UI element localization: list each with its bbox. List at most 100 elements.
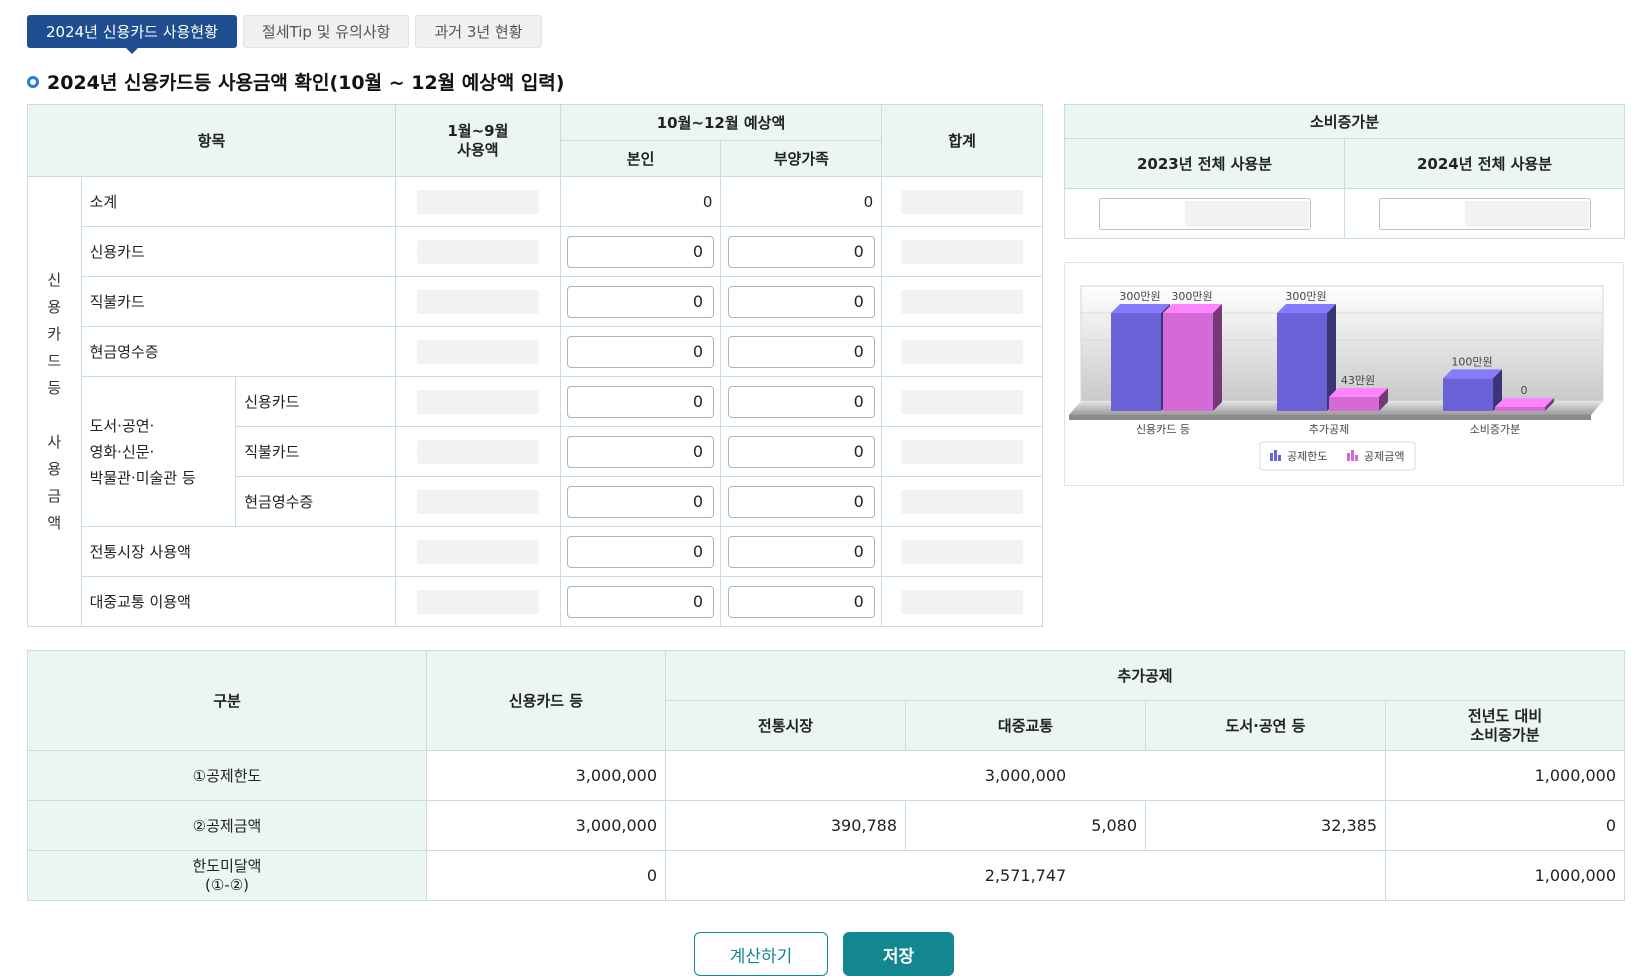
cash-receipt-self-input[interactable]: 0	[567, 335, 715, 368]
chart-legend: 공제한도 공제금액	[1259, 441, 1416, 471]
readonly-field	[416, 189, 539, 214]
row-label-transit: 대중교통 이용액	[80, 576, 396, 627]
section-title: 2024년 신용카드등 사용금액 확인(10월 ~ 12월 예상액 입력)	[27, 68, 564, 95]
transit-self-input[interactable]: 0	[567, 585, 715, 618]
culture-debit-dependents-input[interactable]: 0	[727, 435, 875, 468]
debit-card-self-input[interactable]: 0	[567, 285, 715, 318]
header-item: 항목	[27, 104, 396, 177]
limit-additional: 3,000,000	[665, 750, 1386, 801]
bar-top-face	[1163, 304, 1222, 313]
row-label-market: 전통시장 사용액	[80, 526, 396, 577]
bar-limit-0	[1111, 313, 1161, 411]
culture-debit-self-input[interactable]: 0	[567, 435, 715, 468]
header-oct-dec: 10월~12월 예상액	[559, 104, 883, 141]
consumption-increase-table: 소비증가분 2023년 전체 사용분 2024년 전체 사용분	[1063, 104, 1626, 239]
readonly-field	[416, 489, 539, 514]
market-self-input[interactable]: 0	[567, 535, 715, 568]
header-2023-total: 2023년 전체 사용분	[1064, 138, 1345, 189]
remaining-additional: 2,571,747	[665, 850, 1386, 901]
group-label-credit-usage: 신 용 카 드 등 사 용 금 액	[27, 176, 82, 627]
readonly-field	[416, 589, 539, 614]
table-row: 현금영수증 0 0	[28, 326, 1043, 377]
culture-cash-self-input[interactable]: 0	[567, 485, 715, 518]
readonly-field	[901, 339, 1024, 364]
readonly-field	[416, 439, 539, 464]
increase-title: 소비증가분	[1063, 104, 1626, 139]
table-row: ②공제금액 3,000,000 390,788 5,080 32,385 0	[27, 800, 1626, 851]
header-self: 본인	[559, 140, 722, 177]
readonly-field	[416, 239, 539, 264]
bar-amount-0	[1163, 313, 1213, 411]
credit-card-self-input[interactable]: 0	[567, 235, 715, 268]
tab-2024-credit-usage[interactable]: 2024년 신용카드 사용현황	[27, 15, 237, 54]
credit-card-dependents-input[interactable]: 0	[727, 235, 875, 268]
header-market: 전통시장	[665, 700, 906, 751]
amount-transit: 5,080	[905, 800, 1146, 851]
tab-past-3-years[interactable]: 과거 3년 현황	[415, 15, 542, 48]
usage-2023-field	[1098, 197, 1311, 230]
transit-dependents-input[interactable]: 0	[727, 585, 875, 618]
readonly-field	[416, 389, 539, 414]
data-label: 300만원	[1171, 290, 1212, 303]
calculate-button[interactable]: 계산하기	[694, 932, 828, 976]
limit-increase: 1,000,000	[1384, 750, 1626, 801]
amount-market: 390,788	[665, 800, 906, 851]
readonly-field	[901, 289, 1024, 314]
table-row: 신 용 카 드 등 사 용 금 액 소계 0 0	[27, 176, 1043, 627]
header-jan-sep: 1월~9월 사용액	[394, 104, 561, 177]
readonly-field	[416, 289, 539, 314]
readonly-field	[416, 339, 539, 364]
table-row: 한도미달액 (①-②) 0 2,571,747 1,000,000	[27, 850, 1626, 901]
debit-card-dependents-input[interactable]: 0	[727, 285, 875, 318]
readonly-field	[901, 489, 1024, 514]
readonly-field	[901, 539, 1024, 564]
category-label: 소비증가분	[1470, 423, 1521, 436]
legend-swatch-limit	[1270, 453, 1273, 461]
data-label: 100만원	[1451, 355, 1492, 368]
readonly-field	[901, 239, 1024, 264]
usage-table: 항목 1월~9월 사용액 10월~12월 예상액 합계 본인 부양가족 신 용 카…	[27, 104, 1043, 627]
bar-top-face	[1329, 387, 1388, 397]
row-label-culture-cash: 현금영수증	[235, 476, 396, 527]
culture-credit-dependents-input[interactable]: 0	[727, 385, 875, 418]
row-label-cash-receipt: 현금영수증	[80, 326, 396, 377]
save-button[interactable]: 저장	[843, 932, 954, 976]
table-row: 도서·공연· 영화·신문· 박물관·미술관 등 신용카드 0 0	[28, 376, 1043, 527]
row-label-subtotal: 소계	[80, 176, 396, 227]
row-label-credit-card: 신용카드	[80, 226, 396, 277]
amount-books: 32,385	[1145, 800, 1386, 851]
bar-amount-1	[1329, 396, 1379, 411]
row-label-culture-debit: 직불카드	[235, 426, 396, 477]
culture-cash-dependents-input[interactable]: 0	[727, 485, 875, 518]
bar-top-face	[1495, 398, 1554, 407]
remaining-increase: 1,000,000	[1384, 850, 1626, 901]
bar-top-face	[1277, 304, 1336, 313]
cash-receipt-dependents-input[interactable]: 0	[727, 335, 875, 368]
amount-increase: 0	[1384, 800, 1626, 851]
category-label: 신용카드 등	[1136, 423, 1190, 436]
circle-bullet-icon	[27, 75, 39, 88]
deduction-bar-chart: 300만원 300만원신용카드 등 300만원 43만원추가공제 100만원 0 소비증가분…	[1069, 285, 1604, 471]
tab-bar: 2024년 신용카드 사용현황 절세Tip 및 유의사항 과거 3년 현황	[27, 15, 542, 54]
bar-side-face	[1213, 304, 1222, 411]
culture-credit-self-input[interactable]: 0	[567, 385, 715, 418]
table-row: 직불카드 0 0	[28, 276, 1043, 327]
bar-top-face	[1111, 304, 1170, 313]
header-total: 합계	[881, 104, 1043, 177]
subtotal-dependents: 0	[720, 176, 883, 227]
market-dependents-input[interactable]: 0	[727, 535, 875, 568]
header-2024-total: 2024년 전체 사용분	[1343, 138, 1626, 189]
row-label-deduction-amount: ②공제금액	[27, 800, 427, 851]
total-value	[881, 176, 1043, 227]
header-additional-deduction: 추가공제	[664, 650, 1626, 701]
row-label-culture-credit: 신용카드	[235, 376, 396, 427]
legend-label-limit: 공제한도	[1287, 450, 1327, 463]
readonly-field	[901, 389, 1024, 414]
table-row: ①공제한도 3,000,000 3,000,000 1,000,000	[27, 750, 1626, 801]
readonly-field	[901, 189, 1024, 214]
limit-credit-etc: 3,000,000	[426, 750, 666, 801]
row-label-debit-card: 직불카드	[80, 276, 396, 327]
usage-2024-field	[1378, 197, 1591, 230]
row-label-remaining: 한도미달액 (①-②)	[27, 850, 427, 901]
tab-tax-tips[interactable]: 절세Tip 및 유의사항	[242, 15, 410, 48]
